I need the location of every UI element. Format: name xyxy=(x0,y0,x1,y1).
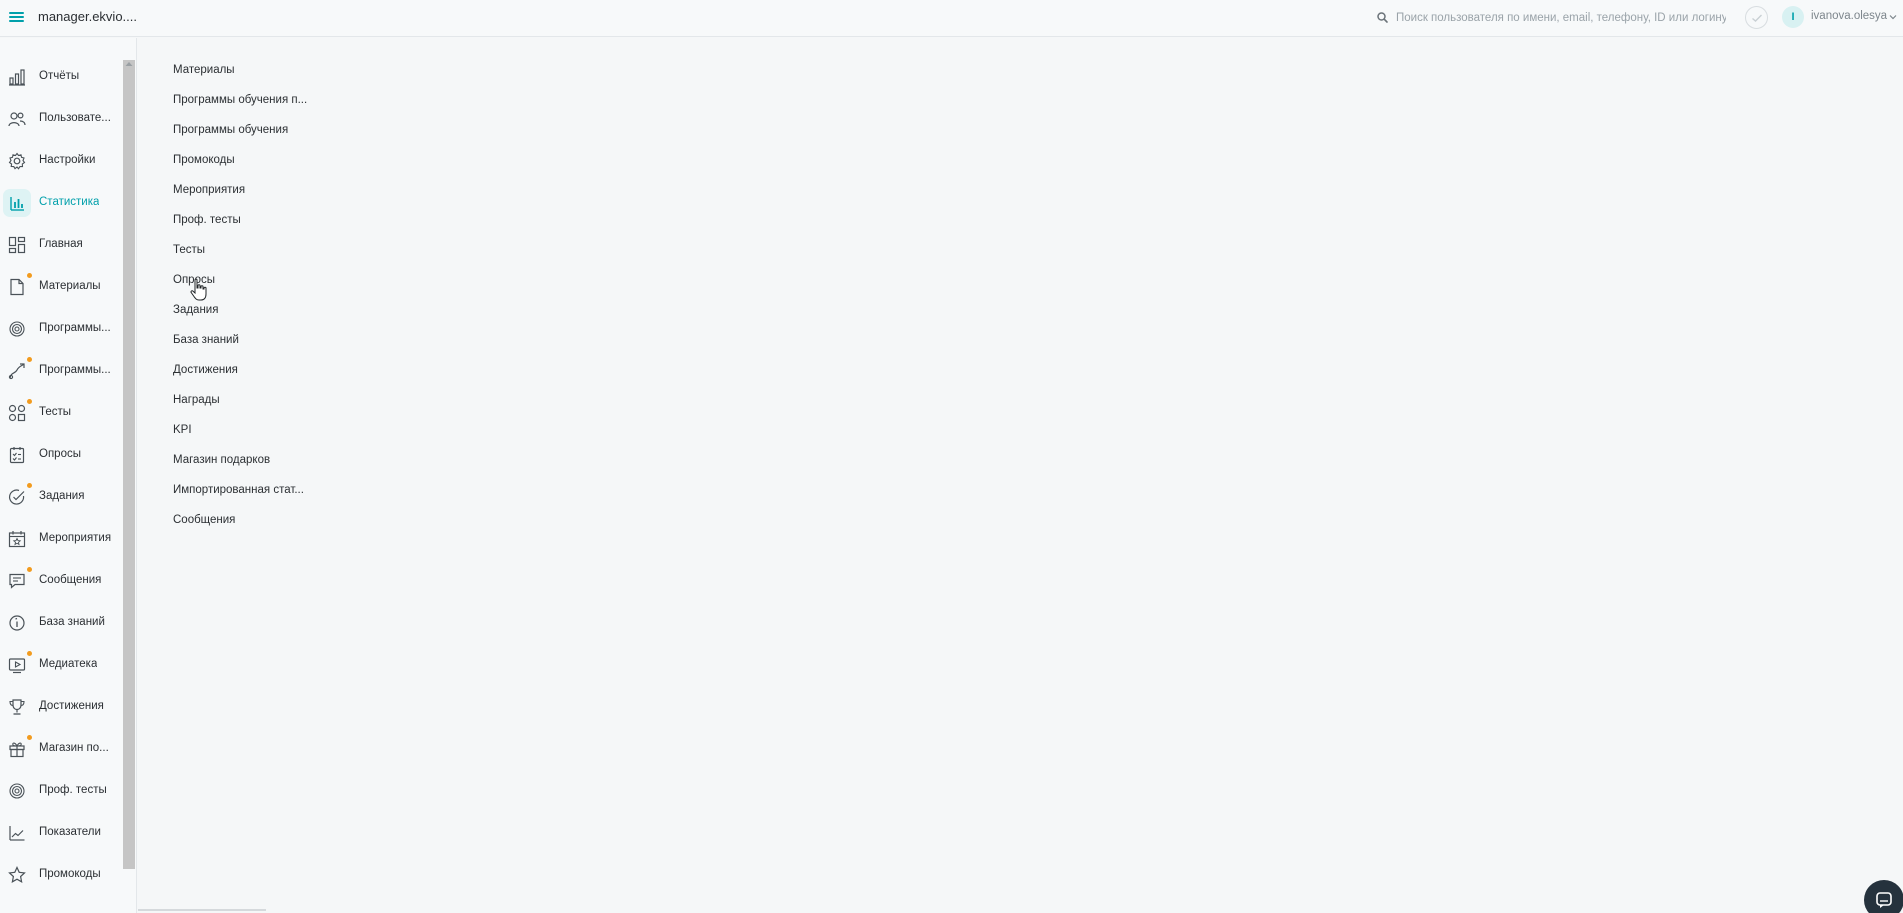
notification-dot xyxy=(27,735,32,740)
users-icon xyxy=(3,105,31,133)
sidebar-item-15[interactable]: Медиатека xyxy=(0,648,120,682)
statistics-link-14[interactable]: Магазин подарков xyxy=(173,454,433,474)
trophy-icon xyxy=(3,693,31,721)
sidebar-item-3[interactable]: Настройки xyxy=(0,144,120,178)
sidebar-item-10[interactable]: Опросы xyxy=(0,438,120,472)
scroll-up-arrow-icon[interactable] xyxy=(124,60,134,68)
line-chart-icon xyxy=(3,819,31,847)
notification-dot xyxy=(27,357,32,362)
sidebar-item-label: Медиатека xyxy=(39,658,98,670)
sidebar-item-label: Отчёты xyxy=(39,70,80,82)
check-icon xyxy=(1751,14,1762,22)
notification-dot xyxy=(27,399,32,404)
statistics-link-16[interactable]: Сообщения xyxy=(173,514,433,534)
sidebar: Отчёты Пользовате... Настройки Статистика Гл… xyxy=(0,38,137,913)
chat-icon xyxy=(1876,892,1892,908)
info-circle-icon xyxy=(3,609,31,637)
sidebar-item-label: Опросы xyxy=(39,448,81,460)
username[interactable]: ivanova.olesya xyxy=(1811,10,1887,22)
sidebar-item-2[interactable]: Пользовате... xyxy=(0,102,120,136)
sidebar-item-18[interactable]: Проф. тесты xyxy=(0,774,120,808)
notification-dot xyxy=(27,273,32,278)
sidebar-item-7[interactable]: Программы... xyxy=(0,312,120,346)
avatar[interactable]: I xyxy=(1782,6,1804,28)
sidebar-item-label: Магазин по... xyxy=(39,742,109,754)
notification-dot xyxy=(27,567,32,572)
gear-icon xyxy=(3,147,31,175)
sidebar-item-11[interactable]: Задания xyxy=(0,480,120,514)
avatar-letter: I xyxy=(1791,11,1795,23)
sidebar-item-1[interactable]: Отчёты xyxy=(0,60,120,94)
statistics-link-3[interactable]: Программы обучения xyxy=(173,124,433,144)
search-input[interactable] xyxy=(1396,8,1726,28)
program-icon xyxy=(3,315,31,343)
target-icon xyxy=(3,777,31,805)
sidebar-scrollbar[interactable] xyxy=(123,60,135,869)
sidebar-item-label: Настройки xyxy=(39,154,96,166)
sidebar-item-16[interactable]: Достижения xyxy=(0,690,120,724)
horizontal-scrollbar[interactable] xyxy=(138,909,266,911)
sidebar-item-label: Тесты xyxy=(39,406,72,418)
chart-bars-icon xyxy=(3,63,31,91)
statistics-link-5[interactable]: Мероприятия xyxy=(173,184,433,204)
app-title[interactable]: manager.ekvio.... xyxy=(38,9,137,24)
sidebar-item-label: Задания xyxy=(39,490,85,502)
sidebar-item-label: Сообщения xyxy=(39,574,102,586)
statistics-link-12[interactable]: Награды xyxy=(173,394,433,414)
statistics-link-13[interactable]: KPI xyxy=(173,424,433,444)
user-search xyxy=(1376,8,1736,28)
statistics-link-9[interactable]: Задания xyxy=(173,304,433,324)
sidebar-item-label: Статистика xyxy=(39,196,100,208)
statistics-link-7[interactable]: Тесты xyxy=(173,244,433,264)
check-button[interactable] xyxy=(1745,6,1768,29)
sidebar-item-4[interactable]: Статистика xyxy=(0,186,120,220)
statistics-link-11[interactable]: Достижения xyxy=(173,364,433,384)
dashboard-icon xyxy=(3,231,31,259)
sidebar-item-label: Показатели xyxy=(39,826,101,838)
sidebar-item-20[interactable]: Промокоды xyxy=(0,858,120,892)
sidebar-item-6[interactable]: Материалы xyxy=(0,270,120,304)
sidebar-item-12[interactable]: Мероприятия xyxy=(0,522,120,556)
sidebar-item-17[interactable]: Магазин по... xyxy=(0,732,120,766)
sidebar-item-5[interactable]: Главная xyxy=(0,228,120,262)
statistics-link-15[interactable]: Импортированная стат... xyxy=(173,484,433,504)
notification-dot xyxy=(27,651,32,656)
notification-dot xyxy=(27,483,32,488)
sidebar-item-label: Достижения xyxy=(39,700,104,712)
sidebar-item-label: Материалы xyxy=(39,280,101,292)
statistics-link-2[interactable]: Программы обучения п... xyxy=(173,94,433,114)
statistics-link-8[interactable]: Опросы xyxy=(173,274,433,294)
chat-button[interactable] xyxy=(1864,880,1903,913)
sidebar-item-label: База знаний xyxy=(39,616,105,628)
menu-burger-icon[interactable] xyxy=(8,10,26,24)
star-icon xyxy=(3,861,31,889)
statistics-link-10[interactable]: База знаний xyxy=(173,334,433,354)
survey-icon xyxy=(3,441,31,469)
sidebar-item-label: Проф. тесты xyxy=(39,784,107,796)
sidebar-item-label: Главная xyxy=(39,238,83,250)
sidebar-item-8[interactable]: Программы... xyxy=(0,354,120,388)
calendar-star-icon xyxy=(3,525,31,553)
statistics-link-6[interactable]: Проф. тесты xyxy=(173,214,433,234)
sidebar-item-label: Промокоды xyxy=(39,868,101,880)
chevron-down-icon[interactable] xyxy=(1889,14,1897,20)
sidebar-item-label: Программы... xyxy=(39,364,111,376)
sidebar-item-label: Пользовате... xyxy=(39,112,111,124)
sidebar-item-13[interactable]: Сообщения xyxy=(0,564,120,598)
sidebar-item-9[interactable]: Тесты xyxy=(0,396,120,430)
statistics-link-1[interactable]: Материалы xyxy=(173,64,433,84)
sidebar-item-label: Мероприятия xyxy=(39,532,112,544)
search-icon xyxy=(1377,12,1388,23)
stats-icon xyxy=(3,189,31,217)
sidebar-item-14[interactable]: База знаний xyxy=(0,606,120,640)
sidebar-item-label: Программы... xyxy=(39,322,111,334)
hand-cursor-icon xyxy=(190,278,207,301)
top-header: manager.ekvio.... I ivanova.olesya xyxy=(0,0,1903,37)
statistics-link-4[interactable]: Промокоды xyxy=(173,154,433,174)
sidebar-item-19[interactable]: Показатели xyxy=(0,816,120,850)
